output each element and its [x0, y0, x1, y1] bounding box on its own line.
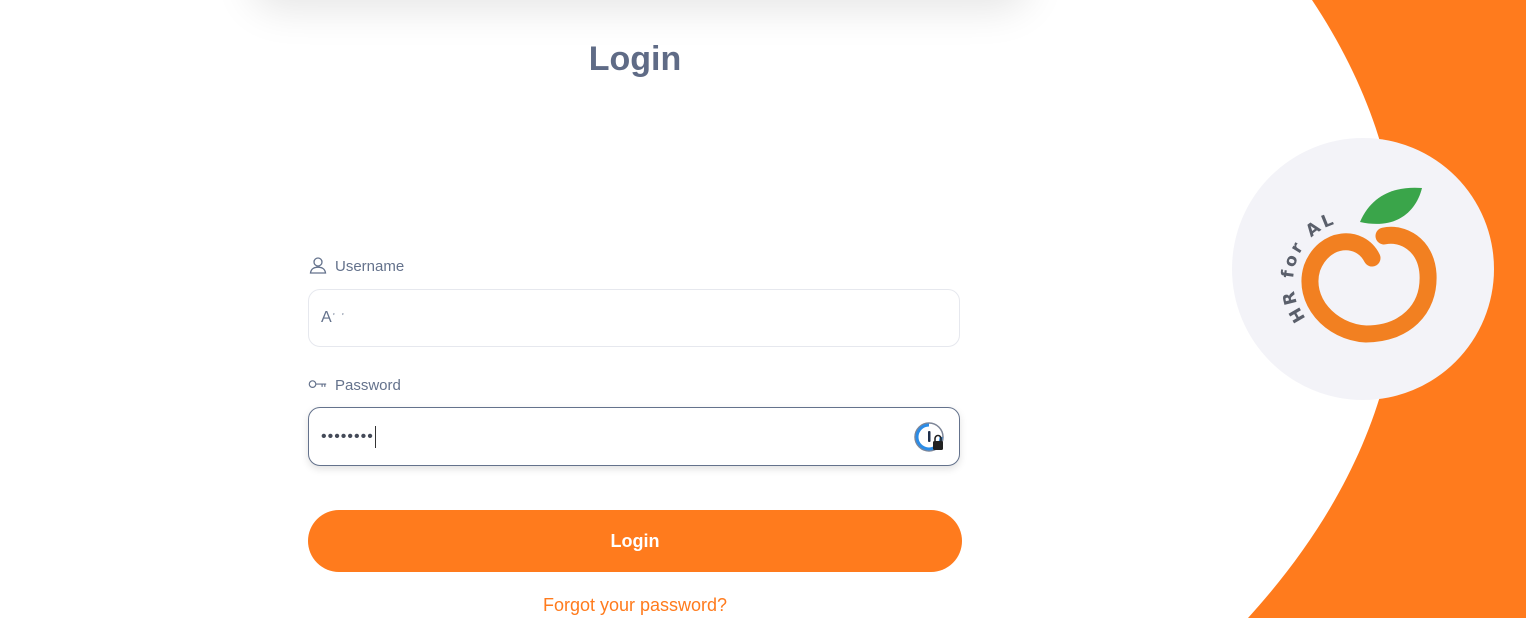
- page-title: Login: [588, 40, 682, 78]
- login-page: Login Username Aˑ ˑ Password •••••••• Lo…: [0, 0, 1526, 618]
- username-label-text: Username: [335, 257, 405, 275]
- password-label-text: Password: [335, 376, 401, 394]
- user-icon: [308, 256, 328, 276]
- password-label: Password: [308, 375, 401, 395]
- username-input[interactable]: Aˑ ˑ: [308, 289, 960, 347]
- password-manager-lock-icon[interactable]: [913, 421, 947, 455]
- password-value: ••••••••: [321, 427, 374, 445]
- password-input[interactable]: ••••••••: [308, 407, 960, 466]
- username-value: Aˑ ˑ: [321, 309, 346, 326]
- login-button[interactable]: Login: [308, 510, 962, 572]
- text-caret: [374, 425, 376, 448]
- username-label: Username: [308, 256, 404, 276]
- forgot-password-link[interactable]: Forgot your password?: [543, 595, 727, 616]
- key-icon: [308, 375, 328, 395]
- orange-hr-for-all-logo: HR for ALL: [1225, 123, 1494, 400]
